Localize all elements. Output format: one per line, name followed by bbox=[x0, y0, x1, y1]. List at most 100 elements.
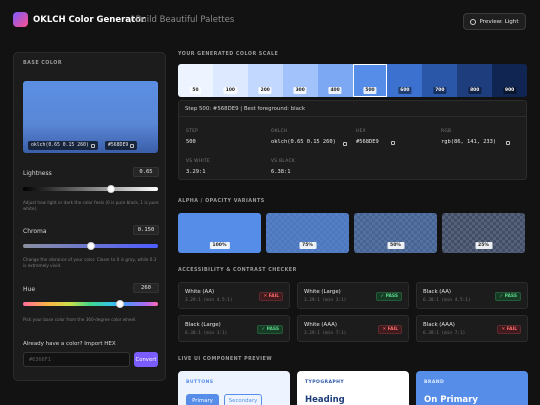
scale-swatch-label: 700 bbox=[433, 87, 447, 94]
scale-swatch-label: 100 bbox=[223, 87, 237, 94]
contrast-ratio: 3.29:1 (min 4.5:1) bbox=[185, 298, 233, 303]
copy-oklch-icon[interactable] bbox=[343, 142, 347, 146]
hex-key: HEX bbox=[356, 129, 366, 134]
lightness-value-input[interactable]: 0.65 bbox=[133, 167, 159, 177]
scale-swatch-label: 900 bbox=[503, 87, 517, 94]
app-logo bbox=[13, 12, 28, 27]
buttons-preview-card: BUTTONS Primary Secondary bbox=[178, 371, 290, 405]
scale-swatch[interactable]: 200 bbox=[247, 64, 283, 97]
chroma-slider[interactable] bbox=[23, 242, 158, 250]
step-key: STEP bbox=[186, 129, 199, 134]
scale-swatch-label: 300 bbox=[293, 87, 307, 94]
brand-preview-card: BRAND On Primary bbox=[416, 371, 528, 405]
contrast-title: Black (AAA) bbox=[423, 322, 455, 328]
alpha-label: 25% bbox=[475, 242, 492, 249]
typography-preview-card: TYPOGRAPHY Heading bbox=[297, 371, 409, 405]
scale-swatch[interactable]: 600 bbox=[387, 64, 423, 97]
pass-badge: ✓ PASS bbox=[495, 292, 521, 301]
scale-swatch[interactable]: 300 bbox=[282, 64, 318, 97]
contrast-ratio: 6.38:1 (min 7:1) bbox=[423, 331, 466, 336]
scale-swatch[interactable]: 800 bbox=[457, 64, 493, 97]
typography-sample: Heading bbox=[305, 395, 345, 405]
hue-slider[interactable] bbox=[23, 300, 158, 308]
hue-label: Hue bbox=[23, 286, 36, 293]
scale-swatch[interactable]: 50 bbox=[178, 64, 213, 97]
hex-import-input[interactable]: #6366F1 bbox=[23, 352, 130, 367]
contrast-ratio: 6.38:1 (min 4.5:1) bbox=[423, 298, 471, 303]
convert-button[interactable]: Convert bbox=[134, 352, 158, 367]
pass-badge: ✓ PASS bbox=[376, 292, 402, 301]
alpha-swatch[interactable]: 75% bbox=[266, 213, 349, 253]
contrast-ratio: 3.29:1 (min 7:1) bbox=[304, 331, 347, 336]
chroma-slider-thumb[interactable] bbox=[86, 242, 95, 250]
scale-swatch[interactable]: 900 bbox=[492, 64, 527, 97]
fail-badge: ✕ FAIL bbox=[378, 325, 402, 334]
scale-swatch[interactable]: 100 bbox=[212, 64, 248, 97]
contrast-title: Black (Large) bbox=[185, 322, 221, 328]
contrast-ratio: 6.38:1 (min 3:1) bbox=[185, 331, 228, 336]
pass-badge: ✓ PASS bbox=[257, 325, 283, 334]
contrast-title: White (AA) bbox=[185, 289, 215, 295]
scale-swatch[interactable]: 500 bbox=[352, 64, 388, 97]
scale-swatch-label: 200 bbox=[258, 87, 272, 94]
oklch-chip-text: oklch(0.65 0.15 260) bbox=[31, 143, 89, 148]
contrast-title: White (Large) bbox=[304, 289, 341, 295]
base-color-heading: BASE COLOR bbox=[23, 61, 63, 66]
lightness-slider[interactable] bbox=[23, 185, 158, 193]
chroma-value-input[interactable]: 0.150 bbox=[133, 225, 159, 235]
rgb-key: RGB bbox=[441, 129, 452, 134]
primary-button[interactable]: Primary bbox=[186, 394, 219, 405]
copy-hex-icon[interactable] bbox=[391, 141, 395, 145]
chroma-help: Change the vibrance of your color. Close… bbox=[23, 257, 157, 268]
contrast-card: White (AA) 3.29:1 (min 4.5:1) ✕ FAIL bbox=[178, 282, 290, 309]
scale-heading: YOUR GENERATED COLOR SCALE bbox=[178, 52, 279, 57]
preview-mode-button[interactable]: Preview: Light bbox=[463, 13, 526, 30]
contrast-card: White (AAA) 3.29:1 (min 7:1) ✕ FAIL bbox=[297, 315, 409, 342]
lightness-slider-thumb[interactable] bbox=[106, 185, 115, 193]
scale-swatch-label: 400 bbox=[328, 87, 342, 94]
color-scale: 50 100 200 300 400 500 600 700 800 900 bbox=[178, 64, 527, 97]
hue-help: Pick your base color from the 360-degree… bbox=[23, 317, 137, 322]
sun-icon bbox=[470, 18, 477, 25]
chroma-label: Chroma bbox=[23, 228, 47, 235]
vs-white-value: 3.29:1 bbox=[186, 169, 206, 175]
hex-chip[interactable]: #568DE9 bbox=[105, 141, 138, 150]
alpha-swatch[interactable]: 50% bbox=[354, 213, 437, 253]
copy-icon bbox=[130, 143, 135, 148]
typography-heading: TYPOGRAPHY bbox=[305, 380, 345, 385]
lightness-help: Adjust how light or dark the color feels… bbox=[23, 200, 159, 211]
base-color-panel: BASE COLOR oklch(0.65 0.15 260) #568DE9 … bbox=[13, 52, 166, 381]
alpha-swatch[interactable]: 100% bbox=[178, 213, 261, 253]
lightness-label: Lightness bbox=[23, 170, 52, 177]
preview-mode-label: Preview: Light bbox=[479, 18, 519, 25]
alpha-label: 100% bbox=[209, 242, 230, 249]
scale-swatch-label: 50 bbox=[190, 87, 201, 94]
contrast-title: Black (AA) bbox=[423, 289, 452, 295]
scale-swatch[interactable]: 400 bbox=[317, 64, 353, 97]
step-detail-header: Step 500: #568DE9 | Best foreground: bla… bbox=[179, 101, 526, 117]
hue-value-input[interactable]: 260 bbox=[133, 283, 159, 293]
oklch-key: OKLCH bbox=[271, 129, 288, 134]
secondary-button[interactable]: Secondary bbox=[224, 394, 262, 405]
alpha-label: 50% bbox=[387, 242, 404, 249]
rgb-value: rgb(86, 141, 233) bbox=[441, 139, 497, 145]
contrast-title: White (AAA) bbox=[304, 322, 337, 328]
import-label: Already have a color? Import HEX bbox=[23, 341, 116, 347]
contrast-ratio: 3.29:1 (min 3:1) bbox=[304, 298, 347, 303]
vs-black-key: VS BLACK bbox=[271, 159, 296, 164]
preview-heading: LIVE UI COMPONENT PREVIEW bbox=[178, 357, 273, 362]
scale-swatch-label: 500 bbox=[363, 87, 377, 94]
fail-badge: ✕ FAIL bbox=[497, 325, 521, 334]
scale-swatch[interactable]: 700 bbox=[422, 64, 458, 97]
copy-rgb-icon[interactable] bbox=[506, 141, 510, 145]
fail-badge: ✕ FAIL bbox=[259, 292, 283, 301]
scale-step-detail: Step 500: #568DE9 | Best foreground: bla… bbox=[178, 100, 527, 180]
oklch-value: oklch(0.65 0.15 260) bbox=[271, 139, 336, 145]
app-subtitle: / Build Beautiful Palettes bbox=[130, 15, 235, 25]
scale-swatch-label: 800 bbox=[468, 87, 482, 94]
hue-slider-thumb[interactable] bbox=[116, 300, 125, 308]
alpha-swatch[interactable]: 25% bbox=[442, 213, 525, 253]
oklch-chip[interactable]: oklch(0.65 0.15 260) bbox=[28, 141, 98, 150]
contrast-card: Black (AA) 6.38:1 (min 4.5:1) ✓ PASS bbox=[416, 282, 528, 309]
vs-white-key: VS WHITE bbox=[186, 159, 210, 164]
